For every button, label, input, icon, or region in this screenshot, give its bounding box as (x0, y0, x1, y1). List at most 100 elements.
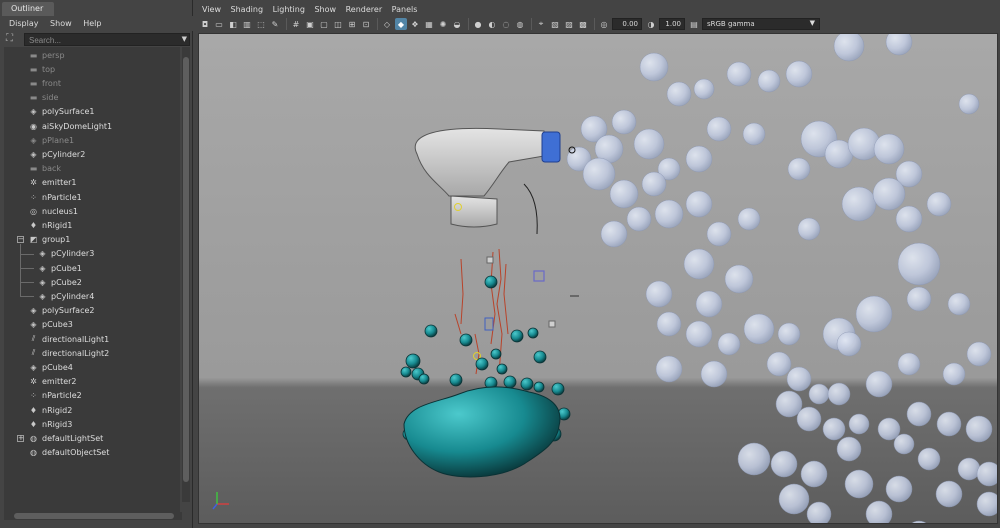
color-management-icon[interactable]: ▤ (688, 18, 700, 30)
outliner-item-nucleus1[interactable]: ◎ nucleus1 (28, 204, 78, 218)
gamma-icon[interactable]: ◑ (645, 18, 657, 30)
grease-pencil-icon[interactable]: ✎ (269, 18, 281, 30)
screen-space-ao-icon[interactable]: ● (472, 18, 484, 30)
collapse-toggle[interactable]: − (17, 236, 24, 244)
exposure-field[interactable]: 0.00 (612, 18, 642, 30)
outliner-item-nrigid3[interactable]: ♦ nRigid3 (28, 417, 72, 431)
shadows-icon[interactable]: ◒ (451, 18, 463, 30)
outliner-item-back[interactable]: ▬ back (28, 162, 61, 176)
smooth-shade-icon[interactable]: ◆ (395, 18, 407, 30)
maya-window: Outliner Display Show Help ⛶ ▼ ▬ persp ▬ to… (0, 0, 1000, 528)
select-camera-icon[interactable]: ◘ (199, 18, 211, 30)
bubble-particle (796, 406, 822, 432)
outliner-item-pplane1[interactable]: ◈ pPlane1 (28, 133, 74, 147)
menu-view[interactable]: View (195, 3, 221, 14)
textured-icon[interactable]: ▦ (423, 18, 435, 30)
outliner-item-defaultlightset[interactable]: ◍ defaultLightSet (28, 431, 103, 445)
film-gate-icon[interactable]: ▣ (304, 18, 316, 30)
menu-lighting[interactable]: Lighting (266, 3, 305, 14)
outliner-item-aiskydomelight1[interactable]: ◉ aiSkyDomeLight1 (28, 119, 112, 133)
scrollbar-thumb[interactable] (183, 57, 189, 482)
outliner-item-pcylinder3[interactable]: ◈ pCylinder3 (37, 247, 94, 261)
image-plane-icon[interactable]: ▥ (241, 18, 253, 30)
tree-connector (20, 282, 34, 284)
menu-display[interactable]: Display (0, 16, 39, 28)
3d-viewport[interactable] (198, 33, 998, 524)
outliner-item-directionallight1[interactable]: ⫽ directionalLight1 (28, 332, 110, 346)
vertical-scrollbar[interactable] (182, 47, 190, 502)
menu-renderer[interactable]: Renderer (339, 3, 383, 14)
search-input[interactable] (24, 33, 190, 46)
isolate-select-icon[interactable]: ⌖ (535, 18, 547, 30)
outliner-item-pcube4[interactable]: ◈ pCube4 (28, 360, 72, 374)
menu-panels[interactable]: Panels (385, 3, 418, 14)
outliner-item-label: nRigid2 (42, 405, 73, 415)
outliner-item-pcube3[interactable]: ◈ pCube3 (28, 318, 72, 332)
wireframe-icon[interactable]: ◇ (381, 18, 393, 30)
bubble-particle (885, 475, 913, 503)
chevron-down-icon[interactable]: ▼ (182, 35, 187, 43)
menu-shading[interactable]: Shading (224, 3, 264, 14)
use-all-lights-icon[interactable]: ✺ (437, 18, 449, 30)
menu-show[interactable]: Show (307, 3, 336, 14)
outliner-item-pcylinder4[interactable]: ◈ pCylinder4 (37, 289, 94, 303)
filter-icon[interactable]: ⛶ (6, 33, 17, 45)
two-d-pan-icon[interactable]: ⬚ (255, 18, 267, 30)
gate-mask-icon[interactable]: ◫ (332, 18, 344, 30)
outliner-item-emitter1[interactable]: ✲ emitter1 (28, 176, 76, 190)
outliner-item-polysurface1[interactable]: ◈ polySurface1 (28, 105, 95, 119)
outliner-item-nrigid2[interactable]: ♦ nRigid2 (28, 403, 72, 417)
outliner-item-label: polySurface1 (42, 107, 95, 117)
wireframe-on-shaded-icon[interactable]: ❖ (409, 18, 421, 30)
outliner-item-nparticle1[interactable]: ⁘ nParticle1 (28, 190, 82, 204)
menu-show[interactable]: Show (41, 16, 72, 28)
outliner-item-nrigid1[interactable]: ♦ nRigid1 (28, 218, 72, 232)
bubble-particle (947, 292, 971, 316)
outliner-item-pcube2[interactable]: ◈ pCube2 (37, 275, 81, 289)
outliner-item-top[interactable]: ▬ top (28, 62, 55, 76)
outliner-item-pcylinder2[interactable]: ◈ pCylinder2 (28, 147, 85, 161)
bubble-particle (976, 461, 997, 487)
multisample-aa-icon[interactable]: ◌ (500, 18, 512, 30)
safe-action-icon[interactable]: ⊡ (360, 18, 372, 30)
outliner-menu-bar: Display Show Help (0, 16, 193, 31)
outliner-item-label: side (42, 93, 59, 103)
outliner-item-persp[interactable]: ▬ persp (28, 48, 65, 62)
field-chart-icon[interactable]: ⊞ (346, 18, 358, 30)
motion-blur-icon[interactable]: ◐ (486, 18, 498, 30)
outliner-item-side[interactable]: ▬ side (28, 91, 59, 105)
xray-active-components-icon[interactable]: ▨ (563, 18, 575, 30)
outliner-item-emitter2[interactable]: ✲ emitter2 (28, 375, 76, 389)
bubble-particle (822, 417, 846, 441)
camera-icon: ▬ (29, 164, 38, 174)
outliner-item-nparticle2[interactable]: ⁘ nParticle2 (28, 389, 82, 403)
toolbar-divider (286, 18, 287, 30)
bubble-particle (895, 205, 923, 233)
bubble-particle (777, 322, 801, 346)
depth-of-field-icon[interactable]: ◍ (514, 18, 526, 30)
gamma-field[interactable]: 1.00 (659, 18, 685, 30)
horizontal-scrollbar[interactable] (4, 512, 182, 520)
outliner-item-directionallight2[interactable]: ⫽ directionalLight2 (28, 346, 110, 360)
scrollbar-thumb[interactable] (14, 513, 174, 519)
resolution-gate-icon[interactable]: ▢ (318, 18, 330, 30)
expand-toggle[interactable]: + (17, 434, 24, 442)
outliner-tab[interactable]: Outliner (2, 2, 54, 16)
outliner-item-front[interactable]: ▬ front (28, 76, 61, 90)
menu-help[interactable]: Help (74, 16, 101, 28)
camera-attributes-icon[interactable]: ▭ (213, 18, 225, 30)
outliner-item-group1[interactable]: ◩ group1 (28, 233, 71, 247)
outliner-item-pcube1[interactable]: ◈ pCube1 (37, 261, 81, 275)
view-transform-select[interactable]: sRGB gamma ▼ (702, 18, 820, 30)
bubble-particle (873, 133, 905, 165)
grid-icon[interactable]: # (290, 18, 302, 30)
bubble-particle (742, 122, 766, 146)
xray-icon[interactable]: ▧ (549, 18, 561, 30)
outliner-item-polysurface2[interactable]: ◈ polySurface2 (28, 304, 94, 318)
mesh-icon: ◈ (39, 249, 46, 259)
exposure-icon[interactable]: ◎ (598, 18, 610, 30)
bubble-particle (976, 491, 997, 517)
outliner-item-defaultobjectset[interactable]: ◍ defaultObjectSet (28, 446, 109, 460)
bookmark-icon[interactable]: ◧ (227, 18, 239, 30)
xray-joints-icon[interactable]: ▩ (577, 18, 589, 30)
